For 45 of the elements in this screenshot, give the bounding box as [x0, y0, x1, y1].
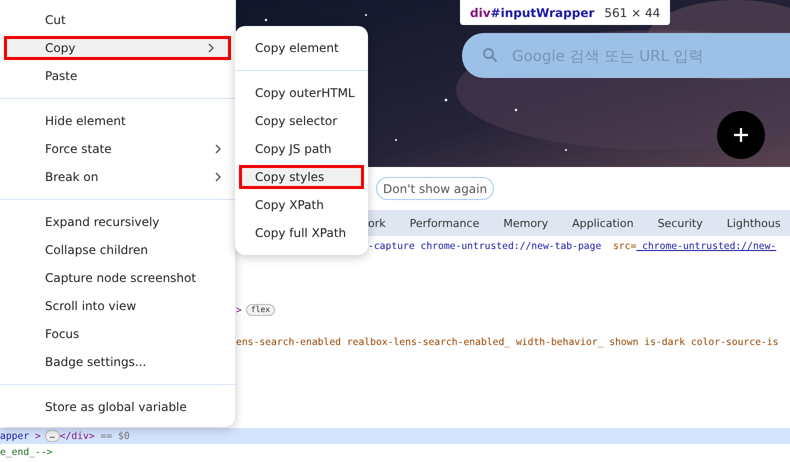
menu-item[interactable]: Cut [0, 6, 235, 34]
devtools-tab[interactable]: ork [368, 216, 386, 230]
menu-item[interactable]: Copy XPath [235, 191, 368, 219]
menu-item[interactable]: Copy JS path [235, 135, 368, 163]
search-icon [482, 47, 498, 63]
code-text: ens-search-enabled realbox-lens-search-enabled_ width-behavior_ shown is-dark color-source-is [236, 336, 778, 348]
code-link[interactable]: chrome-untrusted://new- [636, 240, 776, 252]
code-text: > [236, 304, 242, 316]
menu-item[interactable]: Focus [0, 320, 235, 348]
menu-item[interactable]: Force state [0, 135, 235, 163]
menu-item[interactable]: Copy full XPath [235, 219, 368, 247]
code-badge[interactable]: flex [246, 304, 276, 316]
code-text: e_end_--> [0, 446, 52, 458]
devtools-tab[interactable]: Lighthous [726, 216, 781, 230]
menu-item[interactable]: Scroll into view [0, 292, 235, 320]
chevron-icon [208, 43, 214, 53]
code-text: apper [0, 430, 30, 442]
plus-icon [733, 127, 749, 143]
menu-item[interactable]: Copy [4, 36, 231, 60]
code-text: src= [612, 240, 636, 252]
element-tooltip: div#inputWrapper 561 × 44 [460, 0, 670, 25]
code-badge[interactable]: … [44, 430, 60, 442]
menu-item[interactable]: Badge settings... [0, 348, 235, 376]
code-text: -capture chrome-untrusted://new-tab-page [368, 240, 602, 252]
dont-show-again-button[interactable]: Don't show again [376, 177, 494, 200]
menu-item[interactable]: Break on [0, 163, 235, 191]
menu-item[interactable]: Copy outerHTML [235, 79, 368, 107]
menu-item[interactable]: Copy element [235, 34, 368, 62]
code-text: == $0 [100, 430, 130, 442]
menu-item[interactable]: Copy styles [239, 165, 364, 189]
menu-item[interactable]: Hide element [0, 107, 235, 135]
menu-item[interactable]: Store as global variable [0, 393, 235, 421]
devtools-tab[interactable]: Application [572, 216, 634, 230]
code-text: > [34, 430, 41, 442]
menu-item[interactable]: Capture node screenshot [0, 264, 235, 292]
menu-item[interactable]: Paste [0, 62, 235, 90]
chevron-icon [215, 144, 221, 154]
menu-item[interactable]: Copy selector [235, 107, 368, 135]
menu-item[interactable]: Expand recursively [0, 208, 235, 236]
menu-item[interactable]: Collapse children [0, 236, 235, 264]
code-text: </div> [60, 430, 95, 442]
devtools-tab[interactable]: Security [658, 216, 703, 230]
chevron-icon [215, 172, 221, 182]
devtools-tab[interactable]: Memory [503, 216, 548, 230]
devtools-tab[interactable]: Performance [410, 216, 480, 230]
